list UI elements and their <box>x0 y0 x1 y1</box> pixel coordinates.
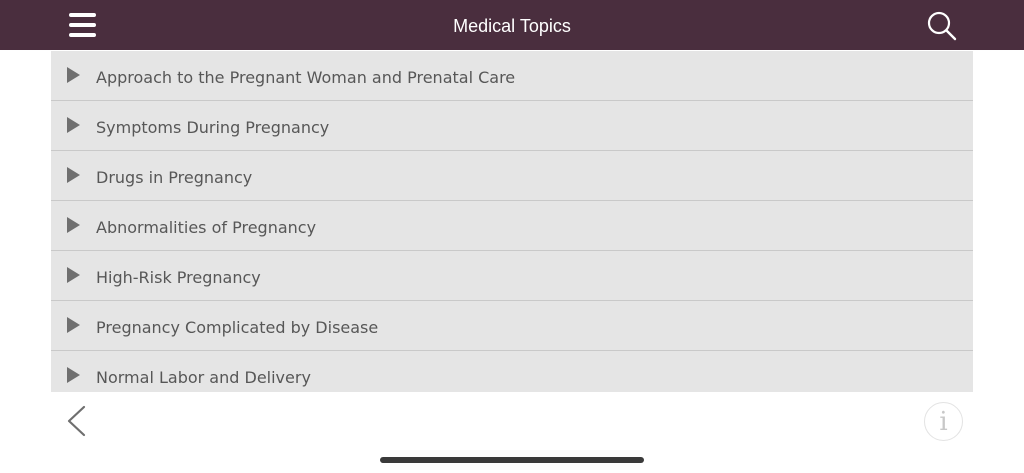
menu-line <box>69 23 96 27</box>
topic-row-high-risk[interactable]: High-Risk Pregnancy <box>51 251 973 301</box>
info-icon[interactable]: i <box>924 402 963 441</box>
topic-row-labor-delivery[interactable]: Normal Labor and Delivery <box>51 351 973 392</box>
expand-arrow-icon <box>67 317 80 333</box>
topic-row-abnormalities[interactable]: Abnormalities of Pregnancy <box>51 201 973 251</box>
hamburger-menu-icon[interactable] <box>66 10 98 40</box>
topic-label: Approach to the Pregnant Woman and Prena… <box>96 68 516 87</box>
topic-row-drugs[interactable]: Drugs in Pregnancy <box>51 151 973 201</box>
expand-arrow-icon <box>67 217 80 233</box>
expand-arrow-icon <box>67 367 80 383</box>
topic-label: Normal Labor and Delivery <box>96 368 311 387</box>
search-icon[interactable] <box>924 9 960 43</box>
topic-label: Pregnancy Complicated by Disease <box>96 318 379 337</box>
menu-line <box>69 33 96 37</box>
topic-label: Symptoms During Pregnancy <box>96 118 330 137</box>
expand-arrow-icon <box>67 117 80 133</box>
topics-list[interactable]: Approach to the Pregnant Woman and Prena… <box>51 51 973 392</box>
menu-line <box>69 13 96 17</box>
page-title: Medical Topics <box>453 16 571 36</box>
topic-row-prenatal-care[interactable]: Approach to the Pregnant Woman and Prena… <box>51 51 973 101</box>
topic-row-disease[interactable]: Pregnancy Complicated by Disease <box>51 301 973 351</box>
topic-label: High-Risk Pregnancy <box>96 268 261 287</box>
topic-label: Drugs in Pregnancy <box>96 168 253 187</box>
expand-arrow-icon <box>67 67 80 83</box>
topic-label: Abnormalities of Pregnancy <box>96 218 317 237</box>
expand-arrow-icon <box>67 167 80 183</box>
top-bar: Medical Topics <box>0 0 1024 50</box>
topic-row-symptoms[interactable]: Symptoms During Pregnancy <box>51 101 973 151</box>
home-indicator[interactable] <box>380 457 644 463</box>
expand-arrow-icon <box>67 267 80 283</box>
chevron-left-icon[interactable] <box>64 404 90 438</box>
